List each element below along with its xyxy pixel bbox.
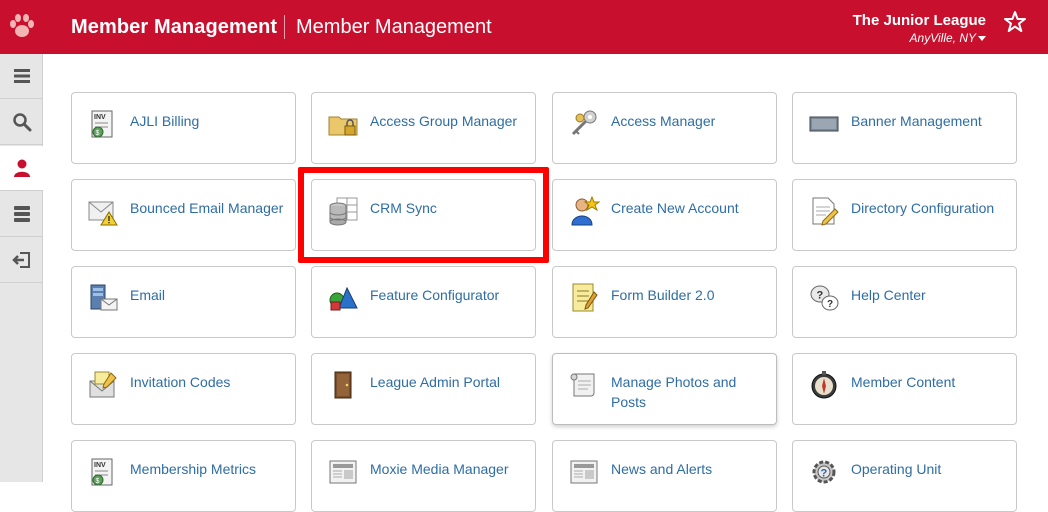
compass-icon [811, 371, 837, 399]
scroll-icon [570, 373, 595, 397]
tile-feature-configurator[interactable]: Feature Configurator [311, 266, 536, 338]
sidebar-menu-button[interactable] [0, 54, 43, 99]
tile-help-center[interactable]: ?? Help Center [792, 266, 1017, 338]
tile-label[interactable]: Feature Configurator [370, 285, 530, 305]
org-location[interactable]: AnyVille, NY [853, 31, 986, 45]
tile-news-and-alerts[interactable]: News and Alerts [552, 440, 777, 512]
tile-banner-management[interactable]: Banner Management [792, 92, 1017, 164]
tile-label[interactable]: Invitation Codes [130, 372, 290, 392]
user-icon [13, 159, 30, 177]
tile-label[interactable]: Create New Account [611, 198, 771, 218]
tile-form-builder-2-0[interactable]: Form Builder 2.0 [552, 266, 777, 338]
tile-label[interactable]: Email [130, 285, 290, 305]
sidebar-members-button[interactable] [0, 146, 43, 191]
envelope-warning-icon [88, 201, 118, 226]
tile-crm-sync[interactable]: CRM Sync [311, 179, 536, 251]
database-table-icon [329, 197, 358, 226]
door-icon [334, 371, 352, 399]
menu-icon [13, 69, 30, 83]
tile-access-manager[interactable]: Access Manager [552, 92, 777, 164]
org-location-text: AnyVille, NY [909, 31, 976, 45]
question-bubbles-icon: ?? [810, 285, 839, 311]
tile-league-admin-portal[interactable]: League Admin Portal [311, 353, 536, 425]
tile-label[interactable]: Manage Photos and Posts [611, 372, 771, 412]
star-icon[interactable] [1003, 10, 1027, 34]
svg-text:?: ? [827, 299, 833, 310]
keys-icon [571, 110, 597, 136]
tile-label[interactable]: Access Manager [611, 111, 771, 131]
locked-folder-icon [328, 116, 358, 136]
org-name: The Junior League [852, 12, 986, 29]
tile-member-content[interactable]: Member Content [792, 353, 1017, 425]
svg-text:?: ? [821, 468, 828, 480]
tile-label[interactable]: Member Content [851, 372, 1011, 392]
top-header: Member Management Member Management The … [0, 0, 1048, 54]
invoice-icon: INV$ [91, 458, 113, 486]
tile-label[interactable]: Moxie Media Manager [370, 459, 530, 479]
tile-email[interactable]: Email [71, 266, 296, 338]
app-title[interactable]: Member Management [71, 16, 277, 39]
tile-label[interactable]: News and Alerts [611, 459, 771, 479]
svg-text:$: $ [96, 130, 100, 137]
svg-text:INV: INV [94, 114, 106, 121]
invoice-icon: INV $ [91, 110, 113, 138]
shapes-icon [329, 286, 358, 311]
document-pencil-icon [812, 197, 839, 226]
tile-label[interactable]: Form Builder 2.0 [611, 285, 771, 305]
tile-membership-metrics[interactable]: INV $ Membership Metrics [71, 440, 296, 512]
org-selector[interactable]: The Junior League AnyVille, NY [853, 12, 986, 45]
tile-bounced-email-manager[interactable]: Bounced Email Manager [71, 179, 296, 251]
sidebar-server-button[interactable] [0, 192, 43, 237]
tile-label[interactable]: League Admin Portal [370, 372, 530, 392]
tile-label[interactable]: CRM Sync [370, 198, 530, 218]
tile-moxie-media-manager[interactable]: Moxie Media Manager [311, 440, 536, 512]
tile-label[interactable]: Directory Configuration [851, 198, 1011, 218]
tile-ajli-billing[interactable]: INV $ AJLI Billing [71, 92, 296, 164]
tile-label[interactable]: Help Center [851, 285, 1011, 305]
tile-access-group-manager[interactable]: Access Group Manager [311, 92, 536, 164]
tile-label[interactable]: Banner Management [851, 111, 1011, 131]
tile-label[interactable]: Bounced Email Manager [130, 198, 290, 218]
caret-down-icon [978, 36, 986, 42]
newspaper-icon [329, 460, 357, 484]
new-user-icon [571, 195, 600, 226]
tile-directory-configuration[interactable]: Directory Configuration [792, 179, 1017, 251]
form-icon [572, 283, 598, 312]
invitation-icon [89, 371, 117, 398]
tile-label[interactable]: Operating Unit [851, 459, 1011, 479]
title-divider [284, 15, 285, 39]
svg-text:INV: INV [94, 462, 106, 469]
newspaper-icon [570, 460, 598, 484]
logout-icon [11, 252, 30, 268]
search-icon [12, 113, 31, 132]
tile-create-new-account[interactable]: Create New Account [552, 179, 777, 251]
sidebar-logout-button[interactable] [0, 238, 43, 283]
tile-manage-photos-and-posts[interactable]: Manage Photos and Posts [552, 353, 777, 425]
tile-label[interactable]: AJLI Billing [130, 111, 290, 131]
email-server-icon [90, 284, 118, 311]
server-icon [13, 206, 30, 222]
sidebar-search-button[interactable] [0, 100, 43, 145]
tile-label[interactable]: Membership Metrics [130, 459, 290, 479]
tile-label[interactable]: Access Group Manager [370, 111, 530, 131]
banner-icon [809, 116, 839, 132]
tile-operating-unit[interactable]: ? Operating Unit [792, 440, 1017, 512]
paw-logo-icon[interactable] [6, 10, 38, 42]
sidebar [0, 54, 43, 482]
gear-question-icon: ? [812, 460, 836, 484]
page-title: Member Management [296, 16, 492, 38]
tile-invitation-codes[interactable]: Invitation Codes [71, 353, 296, 425]
